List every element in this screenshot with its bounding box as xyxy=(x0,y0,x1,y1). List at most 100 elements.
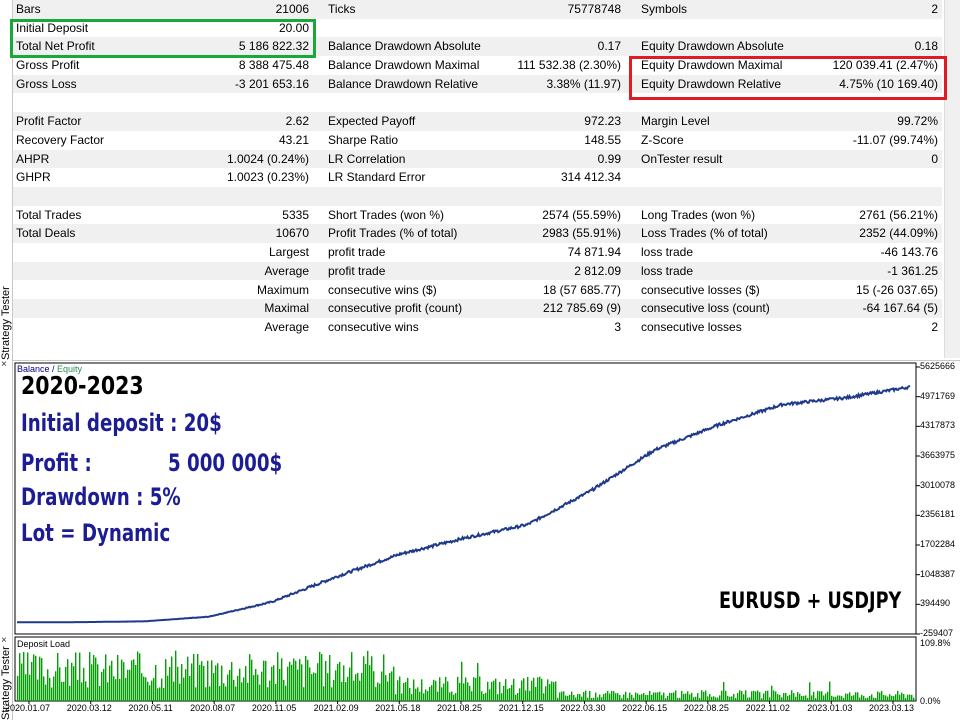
deposit-load-bar xyxy=(749,697,751,701)
deposit-load-bar xyxy=(677,697,679,701)
deposit-load-bar xyxy=(819,691,821,701)
deposit-load-bar xyxy=(147,681,149,701)
deposit-load-bar xyxy=(97,664,99,701)
deposit-load-bar xyxy=(615,693,617,701)
deposit-load-bar xyxy=(585,690,587,701)
deposit-load-bar xyxy=(411,694,413,701)
deposit-load-bar xyxy=(127,669,129,701)
deposit-load-bar xyxy=(619,694,621,701)
deposit-load-bar xyxy=(463,683,465,701)
deposit-load-bar xyxy=(65,666,67,701)
deposit-load-bar xyxy=(111,660,113,701)
deposit-load-bar xyxy=(43,676,45,701)
deposit-load-bar xyxy=(81,682,83,701)
deposit-load-bar xyxy=(143,676,145,701)
deposit-load-bar xyxy=(341,681,343,701)
deposit-load-bar xyxy=(689,694,691,701)
deposit-load-bar xyxy=(859,697,861,701)
deposit-load-bar xyxy=(221,665,223,701)
deposit-load-bar xyxy=(493,680,495,701)
deposit-load-bar xyxy=(539,676,541,701)
deposit-load-bar xyxy=(121,659,123,701)
deposit-load-bar xyxy=(105,654,107,701)
deposit-load-bar xyxy=(777,694,779,701)
deposit-load-bar xyxy=(327,673,329,701)
deposit-load-bar xyxy=(75,652,77,701)
deposit-load-bar xyxy=(735,697,737,701)
deposit-load-bar xyxy=(17,675,19,701)
deposit-load-bar xyxy=(29,674,31,701)
deposit-load-bar xyxy=(253,675,255,701)
y-tick-label: 5625666 xyxy=(920,361,956,371)
deposit-load-bar xyxy=(307,659,309,701)
close-icon[interactable]: × xyxy=(1,360,7,370)
deposit-load-bar xyxy=(837,695,839,701)
deposit-load-bar xyxy=(363,656,365,701)
deposit-load-bar xyxy=(571,691,573,701)
deposit-load-bar xyxy=(563,691,565,701)
deposit-load-bar xyxy=(693,697,695,701)
deposit-load-bar xyxy=(87,687,89,701)
deposit-load-bar xyxy=(401,693,403,701)
deposit-load-bar xyxy=(323,686,325,701)
deposit-load-bar xyxy=(477,663,479,701)
deposit-load-bar xyxy=(115,679,117,701)
deposit-load-bar xyxy=(559,692,561,701)
deposit-load-bar xyxy=(227,674,229,701)
deposit-load-bar xyxy=(123,662,125,701)
deposit-load-bar xyxy=(135,664,137,701)
deposit-load-bar xyxy=(57,652,59,701)
deposit-load-bar xyxy=(521,680,523,701)
deposit-load-bar xyxy=(583,692,585,701)
deposit-load-bar xyxy=(875,697,877,701)
deposit-load-bar xyxy=(661,695,663,701)
deposit-load-bar xyxy=(151,680,153,701)
deposit-load-bar xyxy=(881,690,883,701)
deposit-load-bar xyxy=(697,693,699,701)
deposit-load-bar xyxy=(203,665,205,701)
deposit-load-bar xyxy=(259,684,261,701)
report-value: -64 167.64 (5) xyxy=(862,301,938,316)
deposit-load-bar xyxy=(447,681,449,701)
report-value: 5335 xyxy=(282,207,309,222)
deposit-load-bar xyxy=(301,664,303,701)
report-value: 148.55 xyxy=(584,132,621,147)
deposit-load-bar xyxy=(901,692,903,701)
deposit-load-bar xyxy=(351,652,353,701)
deposit-load-bar xyxy=(713,696,715,701)
deposit-load-bar xyxy=(851,696,853,701)
deposit-load-bar xyxy=(103,668,105,701)
deposit-load-bar xyxy=(79,652,81,701)
deposit-load-bar xyxy=(331,687,333,701)
deposit-load-bar xyxy=(319,651,321,701)
report-scrollbar[interactable] xyxy=(944,0,960,358)
deposit-load-bar xyxy=(393,666,395,701)
strategy-tester-label-top: Strategy Tester xyxy=(0,286,12,360)
x-tick-label: 2020.03.12 xyxy=(66,703,112,713)
deposit-load-bar xyxy=(893,696,895,701)
deposit-load-bar xyxy=(601,697,603,701)
deposit-load-bar xyxy=(785,692,787,701)
deposit-load-bar xyxy=(469,685,471,701)
deposit-load-bar xyxy=(427,691,429,701)
deposit-load-bar xyxy=(595,692,597,701)
deposit-load-bar xyxy=(321,654,323,701)
deposit-load-bar xyxy=(207,660,209,701)
deposit-load-bar xyxy=(435,680,437,701)
deposit-load-bar xyxy=(899,694,901,701)
deposit-load-bar xyxy=(289,661,291,701)
deposit-load-bar xyxy=(605,693,607,701)
deposit-load-bar xyxy=(85,681,87,701)
report-value: 0.17 xyxy=(597,39,621,54)
deposit-load-bar xyxy=(149,685,151,701)
highlight-initial-deposit-profit xyxy=(10,19,316,58)
deposit-load-bar xyxy=(613,691,615,701)
deposit-load-bar xyxy=(139,653,141,701)
report-row: Largest profit trade 74 871.94 loss trade -4… xyxy=(13,243,942,262)
deposit-load-bar xyxy=(541,678,543,701)
deposit-load-bar xyxy=(803,695,805,701)
deposit-load-bar xyxy=(273,665,275,701)
close-icon[interactable]: × xyxy=(1,636,7,646)
deposit-load-bar xyxy=(523,678,525,701)
deposit-load-bar xyxy=(107,682,109,701)
